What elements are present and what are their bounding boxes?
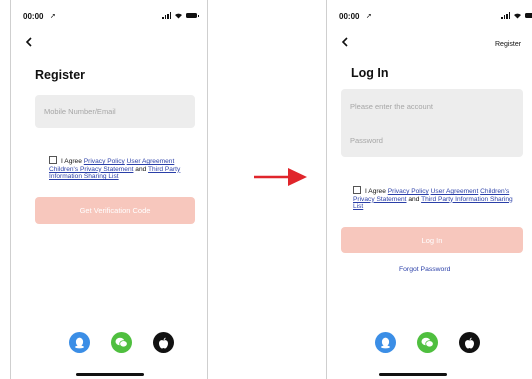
signal-icon — [501, 12, 510, 19]
social-login-row — [375, 332, 480, 353]
social-login-row — [69, 332, 174, 353]
page-title: Log In — [351, 66, 389, 80]
qq-icon[interactable] — [375, 332, 396, 353]
log-in-button[interactable]: Log In — [341, 227, 523, 253]
battery-icon — [186, 13, 199, 18]
account-input[interactable]: Please enter the account — [341, 89, 523, 123]
forgot-password-link[interactable]: Forgot Password — [399, 266, 450, 273]
register-screen: 00:00 ➚ Register Mobile Number/Email I A… — [10, 0, 208, 379]
user-agreement-link[interactable]: User Agreement — [431, 188, 479, 195]
password-input[interactable]: Password — [341, 123, 523, 157]
status-bar: 00:00 ➚ — [23, 12, 199, 22]
page-title: Register — [35, 68, 86, 82]
location-arrow-icon: ➚ — [50, 13, 56, 20]
register-nav-link[interactable]: Register — [495, 41, 521, 48]
agreement-text: I Agree Privacy Policy User Agreement Ch… — [353, 186, 513, 211]
privacy-policy-link[interactable]: Privacy Policy — [84, 158, 125, 165]
apple-icon[interactable] — [459, 332, 480, 353]
wifi-icon — [175, 13, 182, 19]
agreement-text: I Agree Privacy Policy User Agreement Ch… — [49, 156, 181, 181]
back-chevron-icon[interactable] — [339, 36, 351, 48]
qq-icon[interactable] — [69, 332, 90, 353]
flow-arrow-icon — [254, 168, 307, 186]
signal-icon — [162, 12, 171, 19]
privacy-policy-link[interactable]: Privacy Policy — [388, 188, 429, 195]
home-indicator — [76, 373, 144, 376]
account-input[interactable]: Mobile Number/Email — [35, 95, 195, 128]
location-arrow-icon: ➚ — [366, 13, 372, 20]
battery-icon — [525, 13, 532, 18]
apple-icon[interactable] — [153, 332, 174, 353]
agree-checkbox[interactable] — [49, 156, 57, 164]
status-time: 00:00 — [23, 12, 44, 21]
wifi-icon — [514, 13, 521, 19]
wechat-icon[interactable] — [111, 332, 132, 353]
get-verification-code-button[interactable]: Get Verification Code — [35, 197, 195, 224]
children-privacy-link[interactable]: Children's Privacy Statement — [49, 166, 133, 173]
login-fields: Please enter the account Password — [341, 89, 523, 157]
wechat-icon[interactable] — [417, 332, 438, 353]
status-bar: 00:00 ➚ — [339, 12, 532, 22]
status-time: 00:00 — [339, 12, 360, 21]
home-indicator — [379, 373, 447, 376]
login-screen: 00:00 ➚ Register Log In Please enter the… — [326, 0, 532, 379]
user-agreement-link[interactable]: User Agreement — [127, 158, 175, 165]
agree-checkbox[interactable] — [353, 186, 361, 194]
back-chevron-icon[interactable] — [23, 36, 35, 48]
